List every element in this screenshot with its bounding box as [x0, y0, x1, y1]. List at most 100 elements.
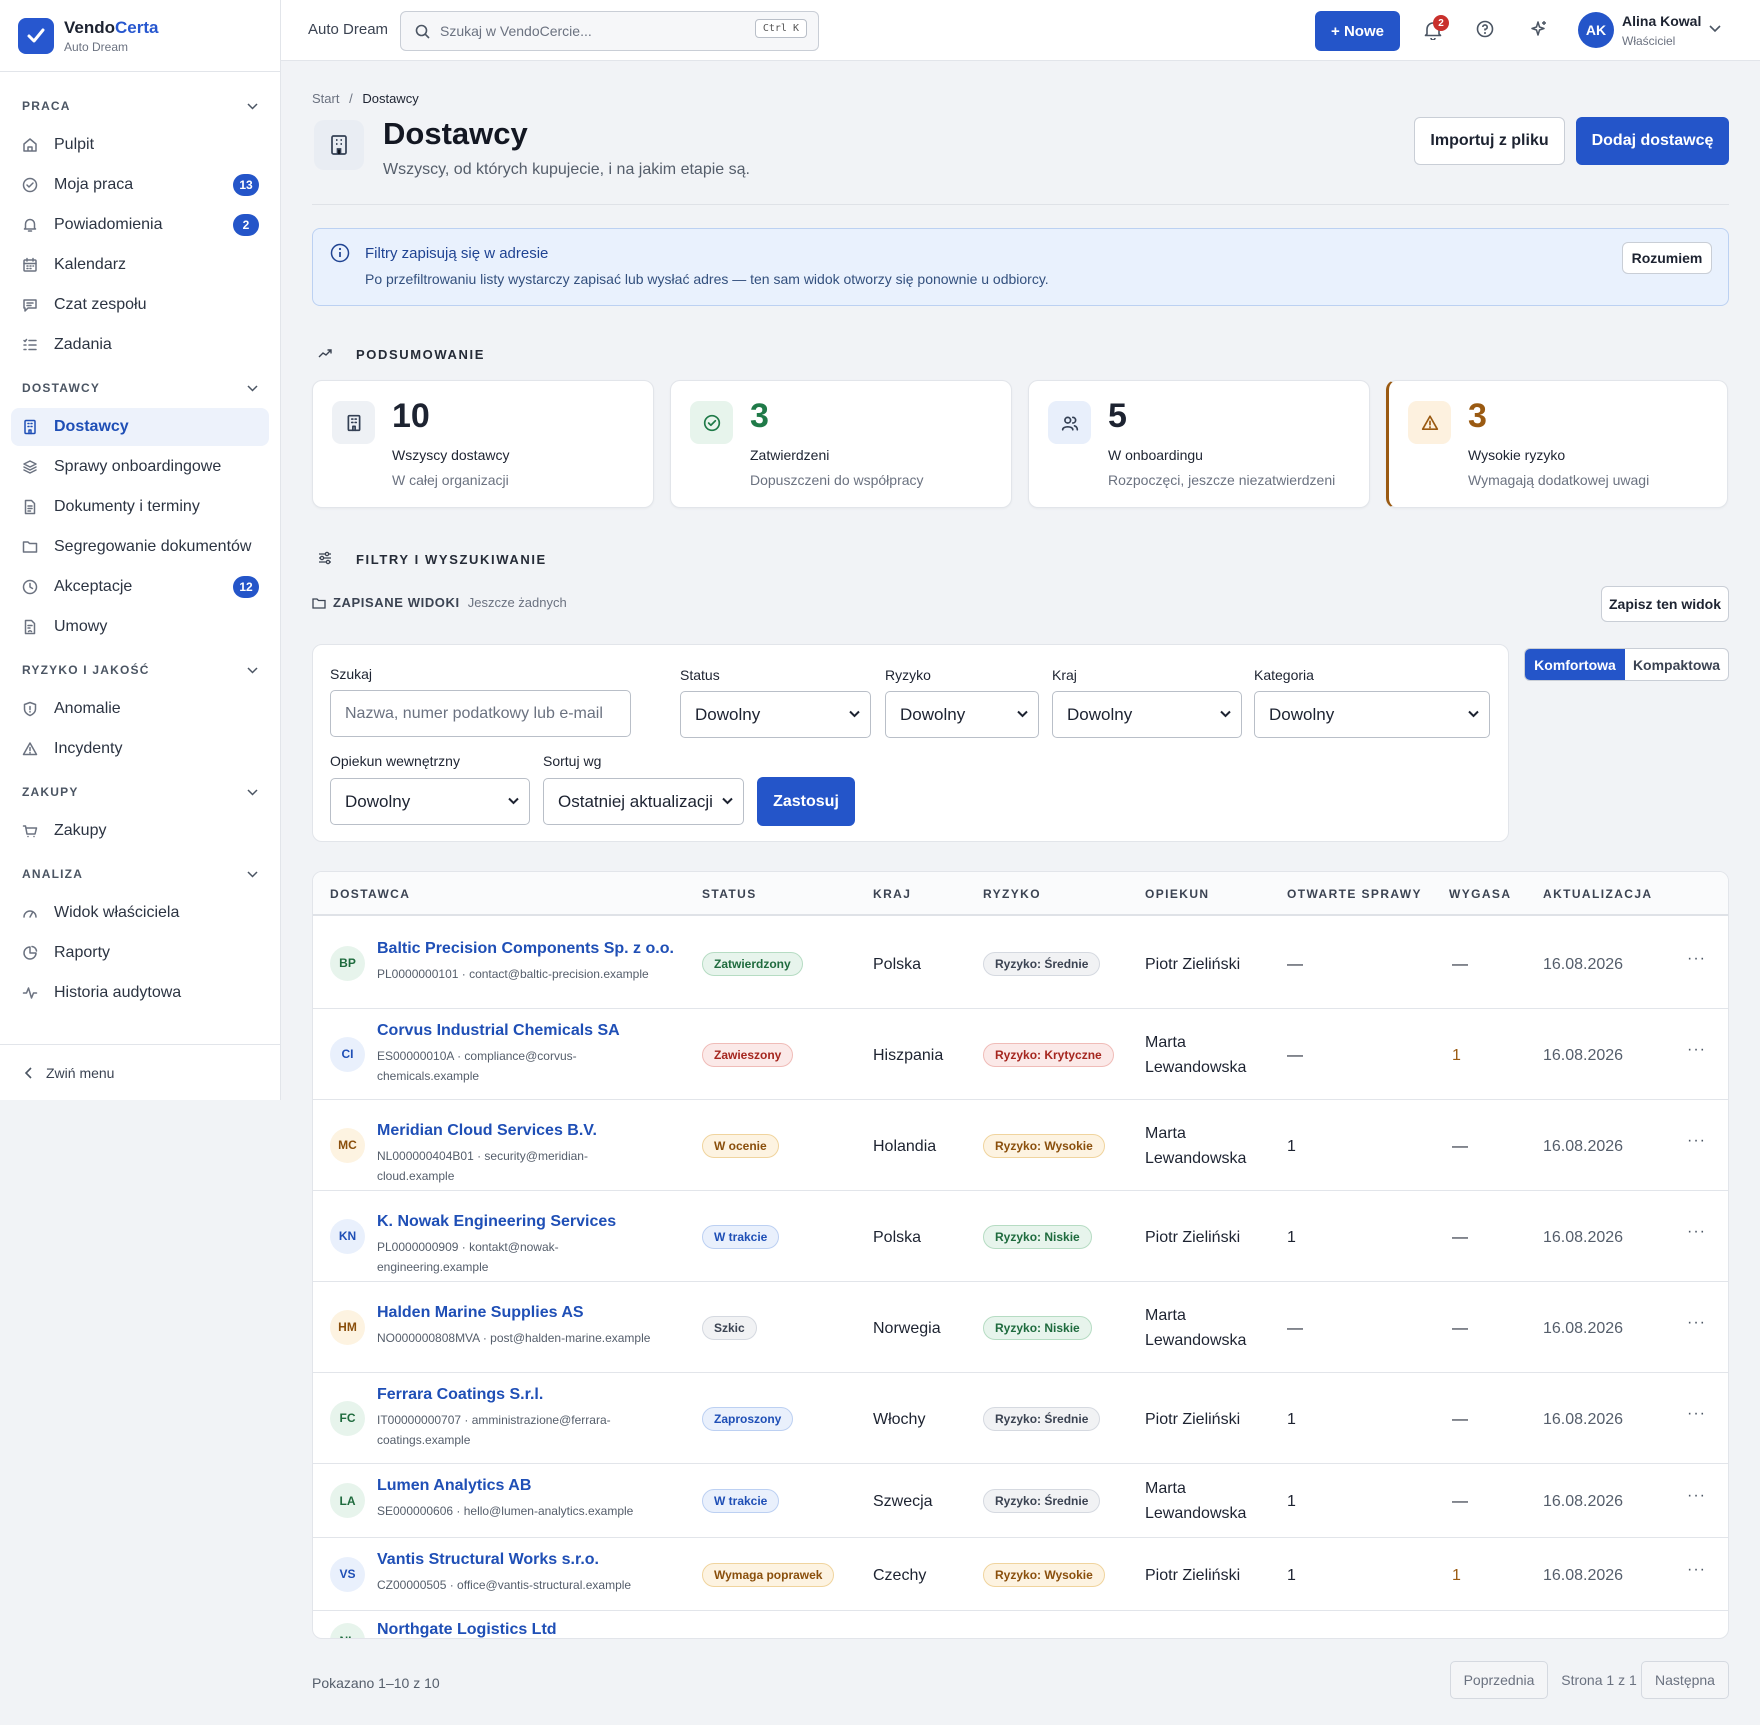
help-icon[interactable] [1476, 20, 1496, 40]
sidebar-item-raporty[interactable]: Raporty [11, 934, 269, 972]
summary-card[interactable]: 10 Wszyscy dostawcy W całej organizacji [312, 380, 654, 508]
nav-section-header[interactable]: ANALIZA [0, 856, 280, 892]
vendor-name-link[interactable]: Corvus Industrial Chemicals SA [377, 1022, 620, 1040]
sidebar-item-dostawcy[interactable]: Dostawcy [11, 408, 269, 446]
table-row[interactable]: KN K. Nowak Engineering Services PL0000000… [313, 1191, 1728, 1282]
dismiss-info-button[interactable]: Rozumiem [1622, 242, 1712, 274]
brand[interactable]: VendoCerta Auto Dream [0, 0, 280, 72]
sidebar-item-dokumenty-i-terminy[interactable]: Dokumenty i terminy [11, 488, 269, 526]
sidebar-item-zadania[interactable]: Zadania [11, 326, 269, 364]
save-view-button[interactable]: Zapisz ten widok [1601, 586, 1729, 622]
column-header[interactable]: AKTUALIZACJA [1543, 887, 1652, 901]
chevron-down-icon[interactable] [247, 102, 258, 110]
user-name[interactable]: Alina Kowal [1622, 13, 1701, 29]
vendor-name-link[interactable]: Baltic Precision Components Sp. z o.o. [377, 940, 674, 958]
sidebar-item-akceptacje[interactable]: Akceptacje 12 [11, 568, 269, 606]
vendor-name-link[interactable]: Lumen Analytics AB [377, 1477, 531, 1495]
sidebar-item-powiadomienia[interactable]: Powiadomienia 2 [11, 206, 269, 244]
more-actions-icon[interactable]: ··· [1687, 1487, 1706, 1505]
sidebar-item-umowy[interactable]: Umowy [11, 608, 269, 646]
vendor-name-link[interactable]: Halden Marine Supplies AS [377, 1304, 584, 1322]
column-header[interactable]: WYGASA [1449, 887, 1511, 901]
sidebar-item-zakupy[interactable]: Zakupy [11, 812, 269, 850]
table-row[interactable]: NLNorthgate Logistics LtdWielka [313, 1611, 1728, 1638]
global-search-input[interactable]: Szukaj w VendoCercie... Ctrl K [400, 11, 819, 51]
vendor-search-input[interactable]: Nazwa, numer podatkowy lub e-mail [330, 690, 631, 737]
workspace-name[interactable]: Auto Dream [308, 21, 388, 38]
column-header[interactable]: DOSTAWCA [330, 887, 410, 901]
more-actions-icon[interactable]: ··· [1687, 1405, 1706, 1423]
nav-section-header[interactable]: RYZYKO I JAKOŚĆ [0, 652, 280, 688]
chevron-down-icon[interactable] [247, 666, 258, 674]
summary-card[interactable]: 5 W onboardingu Rozpoczęci, jeszcze niezat… [1028, 380, 1370, 508]
vendor-name-link[interactable]: Northgate Logistics Ltd [377, 1621, 557, 1638]
risk-select[interactable]: Dowolny [885, 691, 1039, 738]
nav-section-header[interactable]: ZAKUPY [0, 774, 280, 810]
sort-select[interactable]: Ostatniej aktualizacji [543, 778, 744, 825]
avatar[interactable]: AK [1578, 12, 1614, 48]
density-comfortable-button[interactable]: Komfortowa [1525, 649, 1625, 680]
apply-filters-button[interactable]: Zastosuj [757, 777, 855, 826]
table-row[interactable]: VS Vantis Structural Works s.r.o. CZ000005… [313, 1538, 1728, 1611]
more-actions-icon[interactable]: ··· [1687, 950, 1706, 968]
column-header[interactable]: RYZYKO [983, 887, 1041, 901]
status-select[interactable]: Dowolny [680, 691, 871, 738]
sidebar-item-incydenty[interactable]: Incydenty [11, 730, 269, 768]
column-header[interactable]: STATUS [702, 887, 757, 901]
owner-select[interactable]: Dowolny [330, 778, 530, 825]
chevron-down-icon[interactable] [1709, 25, 1721, 33]
sidebar-item-kalendarz[interactable]: Kalendarz [11, 246, 269, 284]
more-actions-icon[interactable]: ··· [1687, 1314, 1706, 1332]
country-select[interactable]: Dowolny [1052, 691, 1242, 738]
more-actions-icon[interactable]: ··· [1687, 1223, 1706, 1241]
sidebar-item-anomalie[interactable]: Anomalie [11, 690, 269, 728]
density-compact-button[interactable]: Kompaktowa [1625, 649, 1728, 680]
summary-sub: Rozpoczęci, jeszcze niezatwierdzeni [1108, 472, 1336, 488]
country-cell: Holandia [873, 1137, 937, 1155]
import-button[interactable]: Importuj z pliku [1414, 117, 1565, 165]
sidebar-item-czat-zespołu[interactable]: Czat zespołu [11, 286, 269, 324]
more-actions-icon[interactable]: ··· [1687, 1132, 1706, 1150]
vendor-name-link[interactable]: Meridian Cloud Services B.V. [377, 1122, 597, 1140]
new-button[interactable]: + Nowe [1315, 11, 1400, 51]
sparkle-icon[interactable] [1530, 20, 1550, 40]
table-row[interactable]: BP Baltic Precision Components Sp. z o.o.… [313, 918, 1728, 1009]
table-row[interactable]: LA Lumen Analytics AB SE000000606 · hello@… [313, 1464, 1728, 1538]
sidebar-item-sprawy-onboardingowe[interactable]: Sprawy onboardingowe [11, 448, 269, 486]
category-label: Kategoria [1254, 667, 1314, 683]
vendor-name-link[interactable]: Vantis Structural Works s.r.o. [377, 1551, 599, 1569]
add-vendor-button[interactable]: Dodaj dostawcę [1576, 117, 1729, 165]
sidebar-item-widok-właściciela[interactable]: Widok właściciela [11, 894, 269, 932]
prev-page-button[interactable]: Poprzednia [1450, 1661, 1548, 1699]
table-row[interactable]: CI Corvus Industrial Chemicals SA ES000000… [313, 1009, 1728, 1100]
summary-card[interactable]: 3 Wysokie ryzyko Wymagają dodatkowej uwagi [1386, 380, 1728, 508]
nav-section-header[interactable]: DOSTAWCY [0, 370, 280, 406]
chevron-down-icon [1220, 710, 1231, 718]
chevron-down-icon[interactable] [247, 384, 258, 392]
column-header[interactable]: KRAJ [873, 887, 911, 901]
vendor-name-link[interactable]: K. Nowak Engineering Services [377, 1213, 616, 1231]
summary-card[interactable]: 3 Zatwierdzeni Dopuszczeni do współpracy [670, 380, 1012, 508]
table-row[interactable]: HM Halden Marine Supplies AS NO000000808MV… [313, 1282, 1728, 1373]
sidebar-item-pulpit[interactable]: Pulpit [11, 126, 269, 164]
vendor-name-link[interactable]: Ferrara Coatings S.r.l. [377, 1386, 543, 1404]
column-header[interactable]: OPIEKUN [1145, 887, 1209, 901]
chevron-down-icon[interactable] [247, 788, 258, 796]
more-actions-icon[interactable]: ··· [1687, 1041, 1706, 1059]
collapse-menu-button[interactable]: Zwiń menu [0, 1044, 280, 1100]
next-page-button[interactable]: Następna [1641, 1661, 1729, 1699]
sidebar-item-segregowanie-dokumentów[interactable]: Segregowanie dokumentów [11, 528, 269, 566]
open-cases-cell: 1 [1287, 1493, 1296, 1510]
table-row[interactable]: MC Meridian Cloud Services B.V. NL00000040… [313, 1100, 1728, 1191]
nav-section-header[interactable]: PRACA [0, 88, 280, 124]
column-header[interactable]: OTWARTE SPRAWY [1287, 887, 1422, 901]
sidebar-item-historia-audytowa[interactable]: Historia audytowa [11, 974, 269, 1012]
breadcrumb-home[interactable]: Start [312, 91, 339, 106]
sidebar-item-moja-praca[interactable]: Moja praca 13 [11, 166, 269, 204]
category-select[interactable]: Dowolny [1254, 691, 1490, 738]
more-actions-icon[interactable]: ··· [1687, 1561, 1706, 1579]
activity-icon [22, 985, 38, 1001]
page-subtitle: Wszyscy, od których kupujecie, i na jaki… [383, 161, 750, 178]
table-row[interactable]: FC Ferrara Coatings S.r.l. IT00000000707 ·… [313, 1373, 1728, 1464]
chevron-down-icon[interactable] [247, 870, 258, 878]
